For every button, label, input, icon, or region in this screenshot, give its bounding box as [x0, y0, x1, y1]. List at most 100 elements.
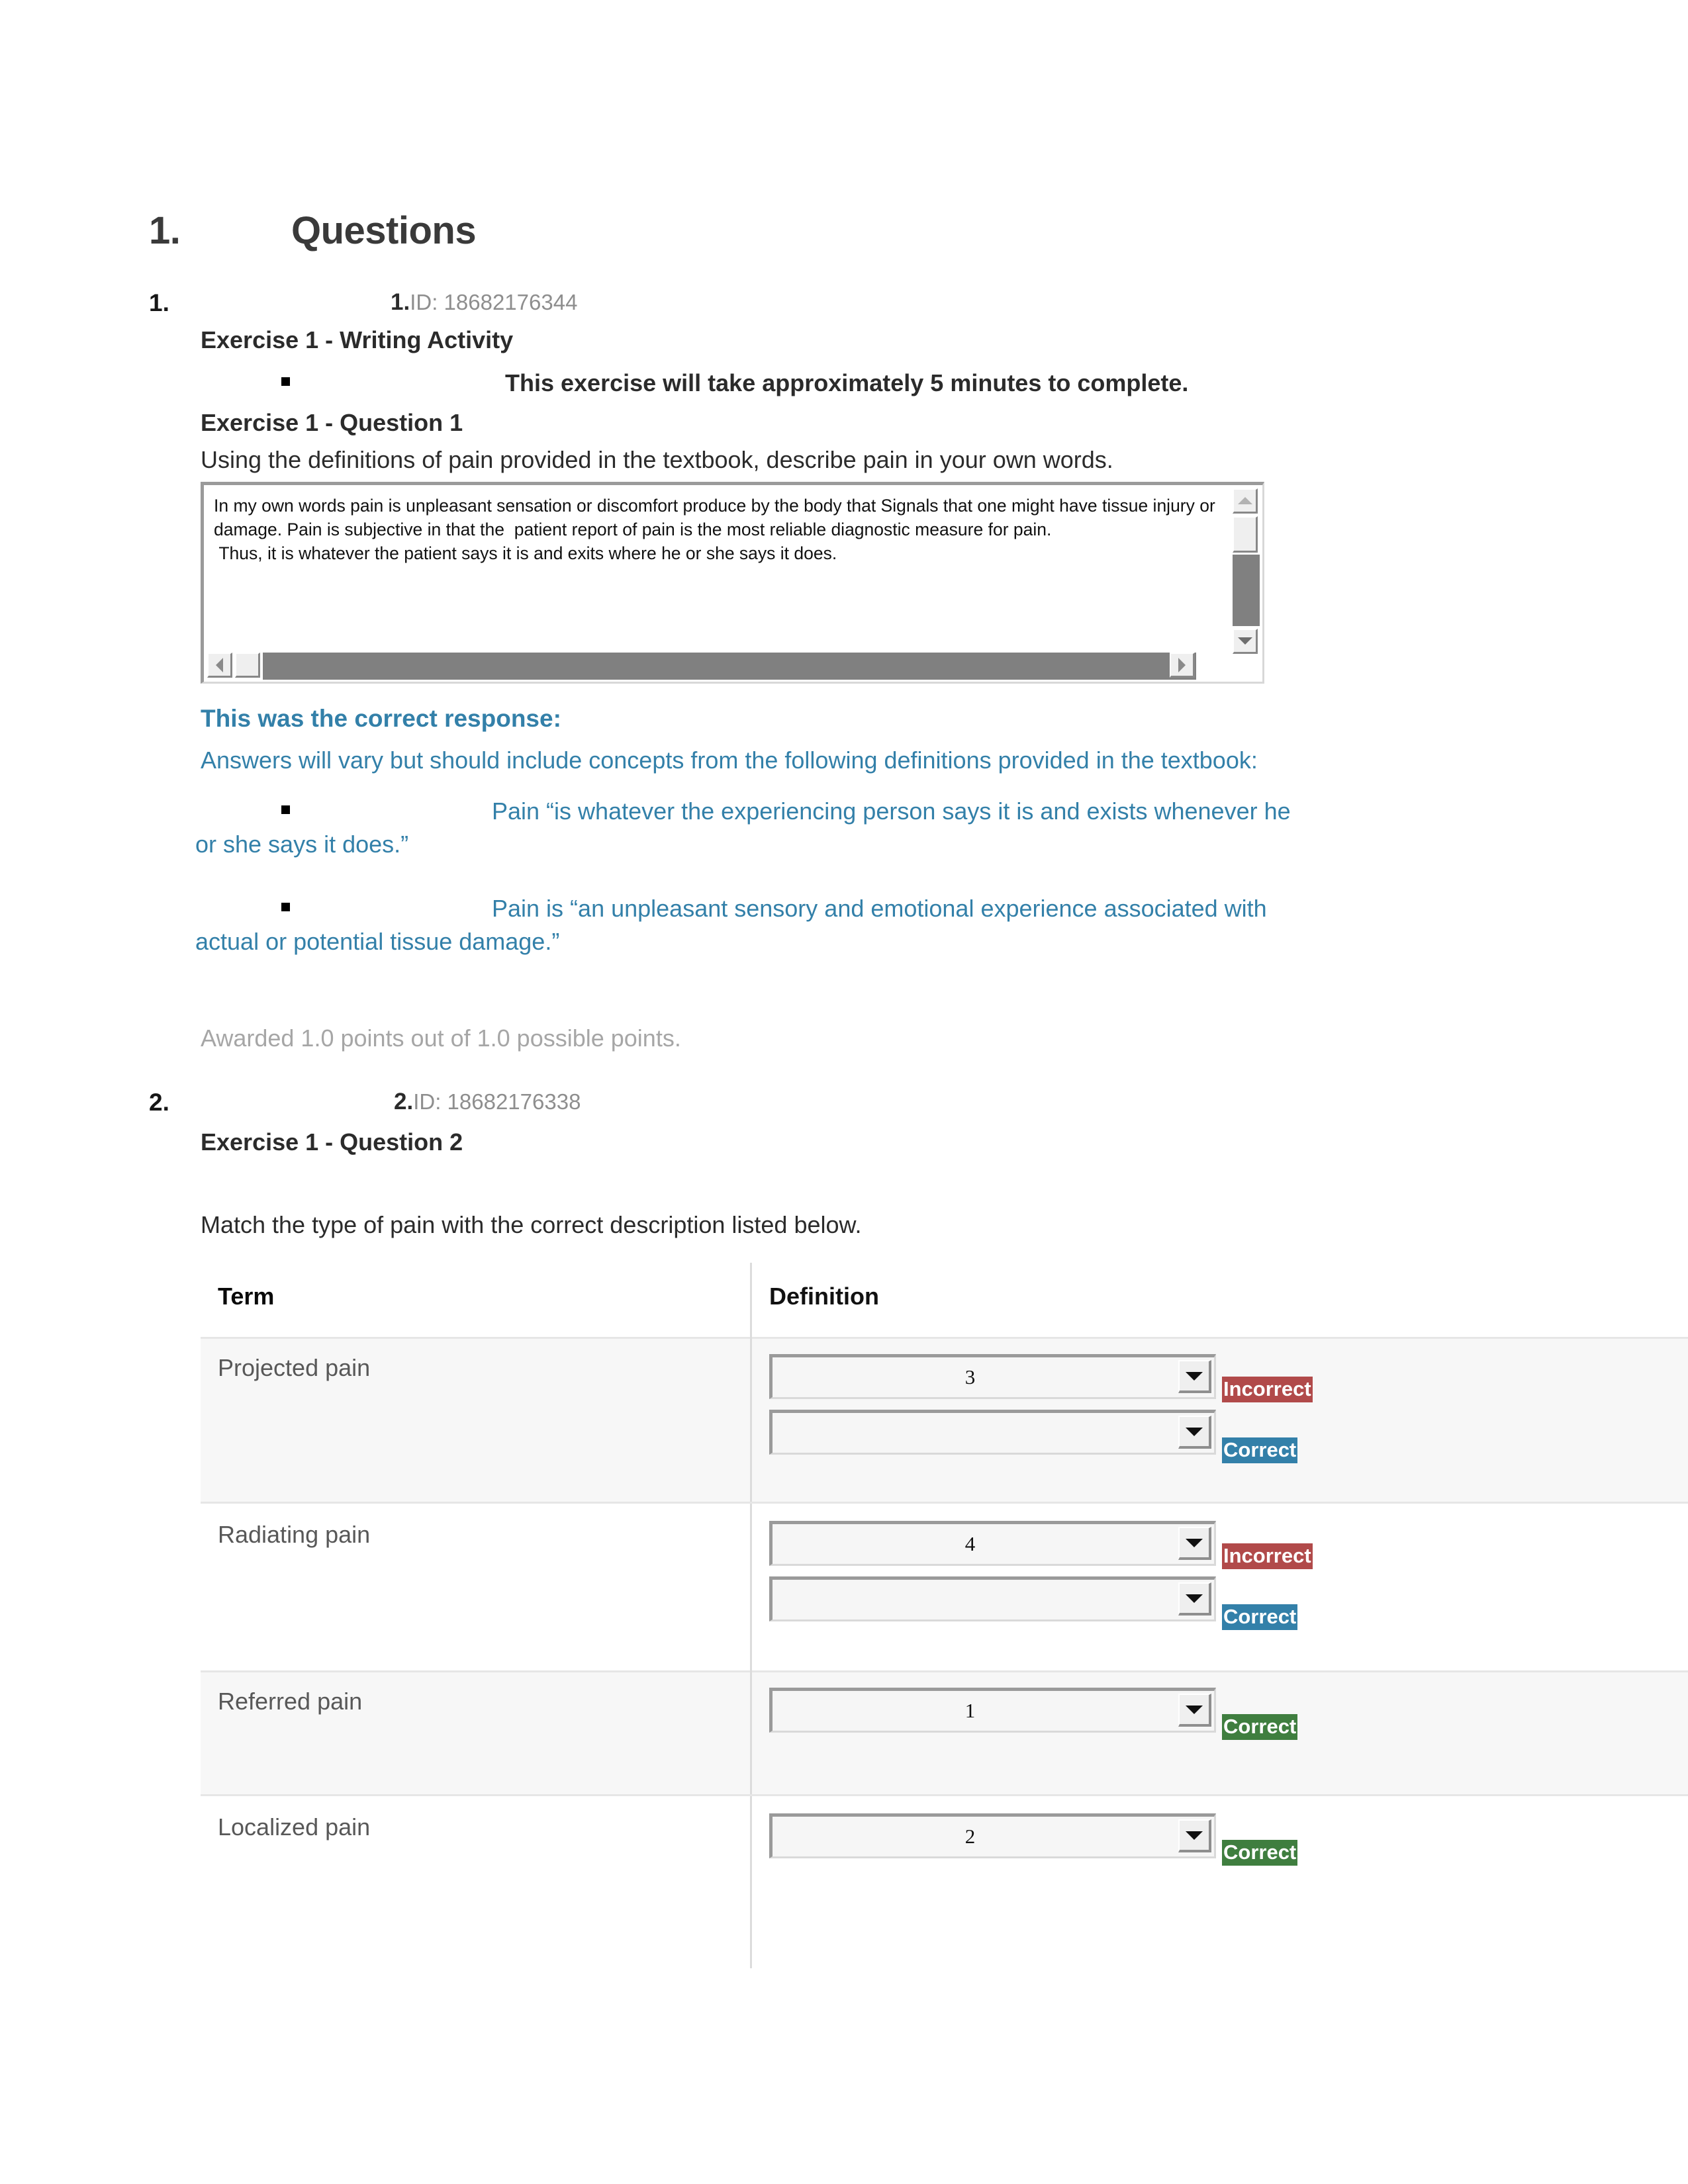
question-1-prompt: Using the definitions of pain provided i…: [201, 446, 1113, 473]
scroll-right-button[interactable]: [1170, 653, 1195, 678]
definition-select-value: 4: [964, 1532, 976, 1555]
dropdown-button[interactable]: [1178, 1416, 1211, 1449]
row-definition: 3 Incorrect Correct: [752, 1337, 1688, 1504]
correct-response-bullet-2-cont: actual or potential tissue damage.”: [195, 928, 560, 955]
square-bullet-icon: [281, 903, 290, 911]
page-title: 1. Questions: [149, 208, 477, 253]
definition-select-value: [773, 1580, 1168, 1619]
table-row: Projected pain 3 Incorrect Correct: [201, 1337, 1688, 1504]
document-page: 1. Questions 1. 1.ID: 18682176344 Exerci…: [0, 0, 1688, 2184]
question-1-activity-heading: Exercise 1 - Writing Activity: [201, 326, 514, 353]
table-row: Referred pain 1 Correct: [201, 1670, 1688, 1796]
answer-textarea-frame: In my own words pain is unpleasant sensa…: [201, 482, 1264, 684]
scroll-down-button[interactable]: [1233, 629, 1258, 654]
column-header-term: Term: [201, 1263, 752, 1337]
question-2-id-label: ID: 18682176338: [413, 1089, 581, 1114]
column-header-definition: Definition: [769, 1283, 879, 1310]
question-2-inner-number: 2.: [394, 1089, 414, 1115]
definition-select-row: 4 Incorrect: [769, 1521, 1688, 1571]
answer-textarea[interactable]: In my own words pain is unpleasant sensa…: [207, 488, 1223, 654]
definition-select[interactable]: 1: [769, 1688, 1216, 1733]
correct-response-bullet-1-cont: or she says it does.”: [195, 831, 409, 858]
question-1-id-line: 1.ID: 18682176344: [391, 289, 577, 316]
definition-select-value: 2: [964, 1825, 976, 1848]
table-header-row: Term Definition: [201, 1263, 1688, 1337]
chevron-down-icon: [1186, 1538, 1203, 1547]
definition-select[interactable]: [769, 1576, 1216, 1621]
definition-select-row: Correct: [769, 1576, 1688, 1630]
question-1-heading: Exercise 1 - Question 1: [201, 409, 463, 436]
scroll-left-button[interactable]: [207, 653, 232, 678]
triangle-left-icon: [216, 657, 223, 672]
row-term: Referred pain: [201, 1670, 752, 1796]
table-row: Localized pain 2 Correct: [201, 1796, 1688, 1968]
row-term: Projected pain: [201, 1337, 752, 1504]
row-term: Localized pain: [201, 1796, 752, 1968]
table-row: Radiating pain 4 Incorrect Correct: [201, 1504, 1688, 1670]
chevron-down-icon: [1186, 1831, 1203, 1840]
definition-select-value: 3: [964, 1365, 976, 1388]
horizontal-scrollbar-thumb[interactable]: [235, 653, 260, 678]
correct-response-bullet-1: Pain “is whatever the experiencing perso…: [195, 797, 1427, 858]
definition-select-row: 3 Incorrect: [769, 1354, 1688, 1404]
question-1-duration-bullet: This exercise will take approximately 5 …: [281, 369, 1188, 397]
definition-select-row: 2 Correct: [769, 1813, 1688, 1866]
status-badge: Correct: [1222, 1840, 1298, 1866]
answer-textarea-widget[interactable]: In my own words pain is unpleasant sensa…: [201, 482, 1264, 684]
definition-select-row: Correct: [769, 1410, 1688, 1463]
definition-select-value: [773, 1413, 1168, 1453]
chevron-down-icon: [1186, 1427, 1203, 1436]
definition-select-value: 1: [964, 1699, 976, 1722]
correct-response-bullet-2: Pain is “an unpleasant sensory and emoti…: [195, 895, 1427, 956]
question-1-duration-text: This exercise will take approximately 5 …: [505, 369, 1189, 396]
scroll-up-button[interactable]: [1233, 488, 1258, 514]
status-badge: Incorrect: [1222, 1377, 1313, 1402]
matching-table: Term Definition Projected pain 3 Incorre…: [201, 1263, 1688, 1968]
question-2-heading: Exercise 1 - Question 2: [201, 1128, 463, 1156]
triangle-right-icon: [1178, 657, 1186, 672]
definition-select[interactable]: [769, 1410, 1216, 1455]
dropdown-button[interactable]: [1178, 1694, 1211, 1727]
row-definition: 1 Correct: [752, 1670, 1688, 1796]
status-badge: Incorrect: [1222, 1543, 1313, 1569]
chevron-down-icon: [1186, 1371, 1203, 1381]
question-2-prompt: Match the type of pain with the correct …: [201, 1211, 862, 1238]
question-1-id-label: ID: 18682176344: [410, 290, 578, 314]
correct-response-heading: This was the correct response:: [201, 705, 561, 732]
page-title-number: 1.: [149, 209, 181, 252]
vertical-scrollbar-track[interactable]: [1233, 555, 1260, 626]
dropdown-button[interactable]: [1178, 1527, 1211, 1560]
definition-select[interactable]: 4: [769, 1521, 1216, 1566]
row-definition: 4 Incorrect Correct: [752, 1504, 1688, 1670]
definition-select[interactable]: 2: [769, 1813, 1216, 1858]
horizontal-scrollbar-track[interactable]: [263, 653, 1196, 680]
status-badge: Correct: [1222, 1437, 1298, 1463]
awarded-points-text: Awarded 1.0 points out of 1.0 possible p…: [201, 1024, 681, 1052]
dropdown-button[interactable]: [1178, 1819, 1211, 1852]
row-definition: 2 Correct: [752, 1796, 1688, 1968]
square-bullet-icon: [281, 805, 290, 814]
definition-select[interactable]: 3: [769, 1354, 1216, 1399]
triangle-down-icon: [1237, 637, 1252, 645]
dropdown-button[interactable]: [1178, 1360, 1211, 1393]
question-1-inner-number: 1.: [391, 289, 410, 315]
correct-response-intro: Answers will vary but should include con…: [201, 747, 1258, 774]
triangle-up-icon: [1237, 497, 1252, 504]
answer-textarea-horizontal-scrollbar[interactable]: [207, 651, 1227, 680]
status-badge: Correct: [1222, 1604, 1298, 1630]
chevron-down-icon: [1186, 1594, 1203, 1603]
page-title-text: Questions: [291, 209, 477, 252]
question-2-id-line: 2.ID: 18682176338: [394, 1089, 581, 1115]
row-term: Radiating pain: [201, 1504, 752, 1670]
status-badge: Correct: [1222, 1714, 1298, 1740]
correct-response-bullet-2-lead: Pain is “an unpleasant sensory and emoti…: [492, 895, 1267, 922]
dropdown-button[interactable]: [1178, 1582, 1211, 1615]
question-1-marker: 1.: [149, 289, 169, 316]
vertical-scrollbar-thumb[interactable]: [1233, 516, 1258, 553]
definition-select-row: 1 Correct: [769, 1688, 1688, 1740]
question-2-marker: 2.: [149, 1089, 169, 1116]
correct-response-bullet-1-lead: Pain “is whatever the experiencing perso…: [492, 797, 1291, 825]
answer-textarea-vertical-scrollbar[interactable]: [1230, 488, 1260, 654]
square-bullet-icon: [281, 377, 290, 386]
chevron-down-icon: [1186, 1705, 1203, 1714]
